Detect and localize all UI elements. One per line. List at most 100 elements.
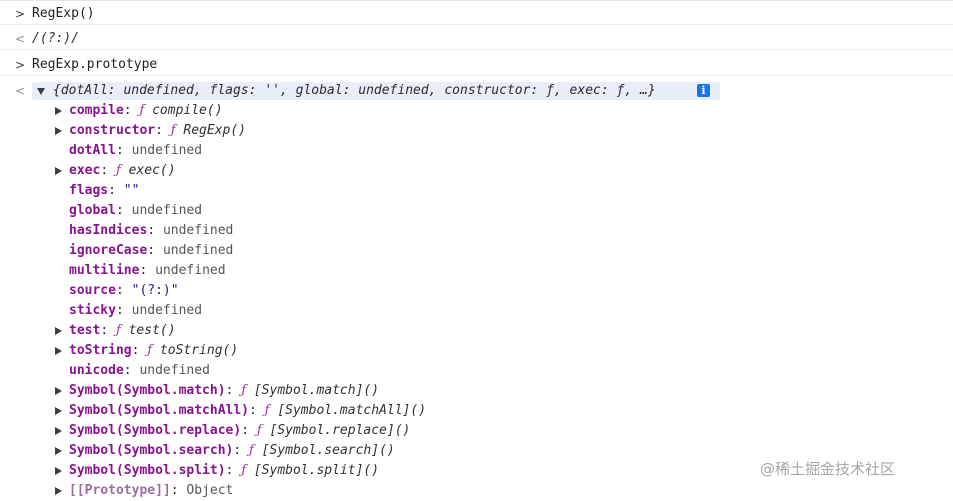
expand-triangle-right-icon[interactable] [55,387,62,395]
console-input-text: RegExp.prototype [32,57,158,72]
property-key: dotAll [69,143,116,158]
property-value: undefined [162,223,234,238]
expand-triangle-right-icon[interactable] [55,167,62,175]
object-property-row[interactable]: toString: ƒ toString() [0,341,953,361]
object-property-row[interactable]: ignoreCase: undefined [0,241,953,261]
property-key: exec [69,163,101,178]
property-key: hasIndices [69,223,148,238]
property-key: toString [69,343,132,358]
object-property-row[interactable]: constructor: ƒ RegExp() [0,121,953,141]
object-property-row[interactable]: test: ƒ test() [0,321,953,341]
property-line: hasIndices: undefined [69,221,233,241]
property-line: Symbol(Symbol.matchAll): ƒ [Symbol.match… [69,401,426,421]
object-property-row[interactable]: [[Prototype]]: Object [0,481,953,501]
property-value: test() [128,323,176,338]
property-value: undefined [131,303,203,318]
console-input-message[interactable]: > RegExp() [0,4,953,25]
property-separator: : [249,403,265,418]
property-separator: : [123,103,140,118]
object-property-row[interactable]: multiline: undefined [0,261,953,281]
expand-triangle-right-icon[interactable] [55,487,62,495]
expand-triangle-right-icon[interactable] [55,467,62,475]
object-summary-text[interactable]: {dotAll: undefined, flags: '', global: u… [53,81,656,101]
property-separator: : [147,223,163,238]
object-property-row[interactable]: hasIndices: undefined [0,221,953,241]
property-line: sticky: undefined [69,301,202,321]
property-separator: : [115,303,132,318]
info-icon[interactable]: i [697,84,710,97]
property-line: multiline: undefined [69,261,226,281]
property-key: Symbol(Symbol.match) [69,383,226,398]
object-property-row[interactable]: exec: ƒ exec() [0,161,953,181]
property-key: source [69,283,116,298]
property-separator: : [108,183,124,198]
property-value: "" [123,183,140,198]
property-line: test: ƒ test() [69,321,176,341]
input-prompt-icon: > [14,7,26,21]
console-output-text: /(?:)/ [32,31,79,46]
object-property-row[interactable]: Symbol(Symbol.match): ƒ [Symbol.match]() [0,381,953,401]
property-key: Symbol(Symbol.search) [69,443,234,458]
property-key: test [69,323,101,338]
expand-triangle-down-icon[interactable] [37,88,45,95]
object-property-row[interactable]: Symbol(Symbol.replace): ƒ [Symbol.replac… [0,421,953,441]
property-value: undefined [131,143,203,158]
output-prompt-icon: < [14,84,26,98]
expand-triangle-right-icon[interactable] [55,407,62,415]
property-line: exec: ƒ exec() [69,161,176,181]
object-property-row[interactable]: global: undefined [0,201,953,221]
property-key: Symbol(Symbol.matchAll) [69,403,250,418]
property-key: unicode [69,363,124,378]
property-value: undefined [131,203,203,218]
property-value: [Symbol.split]() [253,463,380,478]
console-top-border [0,0,953,1]
property-line: Symbol(Symbol.search): ƒ [Symbol.search]… [69,441,395,461]
property-line: [[Prototype]]: Object [69,481,233,501]
property-key: ignoreCase [69,243,148,258]
property-key: flags [69,183,109,198]
object-property-row[interactable]: compile: ƒ compile() [0,101,953,121]
property-key: constructor [69,123,156,138]
property-line: global: undefined [69,201,202,221]
expand-triangle-right-icon[interactable] [55,347,62,355]
expand-triangle-right-icon[interactable] [55,107,62,115]
object-property-row[interactable]: Symbol(Symbol.matchAll): ƒ [Symbol.match… [0,401,953,421]
property-separator: : [115,283,132,298]
property-separator: : [241,423,257,438]
property-value: [Symbol.match]() [253,383,380,398]
property-key: Symbol(Symbol.split) [69,463,226,478]
property-separator: : [139,263,156,278]
object-property-row[interactable]: sticky: undefined [0,301,953,321]
console-input-message[interactable]: > RegExp.prototype [0,55,953,76]
property-line: Symbol(Symbol.split): ƒ [Symbol.split]() [69,461,379,481]
function-glyph: ƒ [170,123,176,138]
property-separator: : [147,243,163,258]
property-line: constructor: ƒ RegExp() [69,121,246,141]
input-prompt-icon: > [14,58,26,72]
property-value: toString() [159,343,239,358]
expand-triangle-right-icon[interactable] [55,427,62,435]
property-separator: : [155,123,171,138]
console-output-message[interactable]: < /(?:)/ [0,29,953,50]
expand-triangle-right-icon[interactable] [55,327,62,335]
property-key: global [69,203,116,218]
object-property-row[interactable]: flags: "" [0,181,953,201]
property-key: multiline [69,263,140,278]
function-glyph: ƒ [256,423,262,438]
property-separator: : [225,383,242,398]
object-summary-row[interactable]: < {dotAll: undefined, flags: '', global:… [0,81,953,101]
object-property-row[interactable]: unicode: undefined [0,361,953,381]
expand-triangle-right-icon[interactable] [55,127,62,135]
object-property-row[interactable]: source: "(?:)" [0,281,953,301]
property-separator: : [225,463,242,478]
property-line: toString: ƒ toString() [69,341,238,361]
property-value: [Symbol.search]() [261,443,395,458]
property-value: [Symbol.replace]() [269,423,411,438]
property-line: unicode: undefined [69,361,210,381]
object-property-row[interactable]: dotAll: undefined [0,141,953,161]
expand-triangle-right-icon[interactable] [55,447,62,455]
